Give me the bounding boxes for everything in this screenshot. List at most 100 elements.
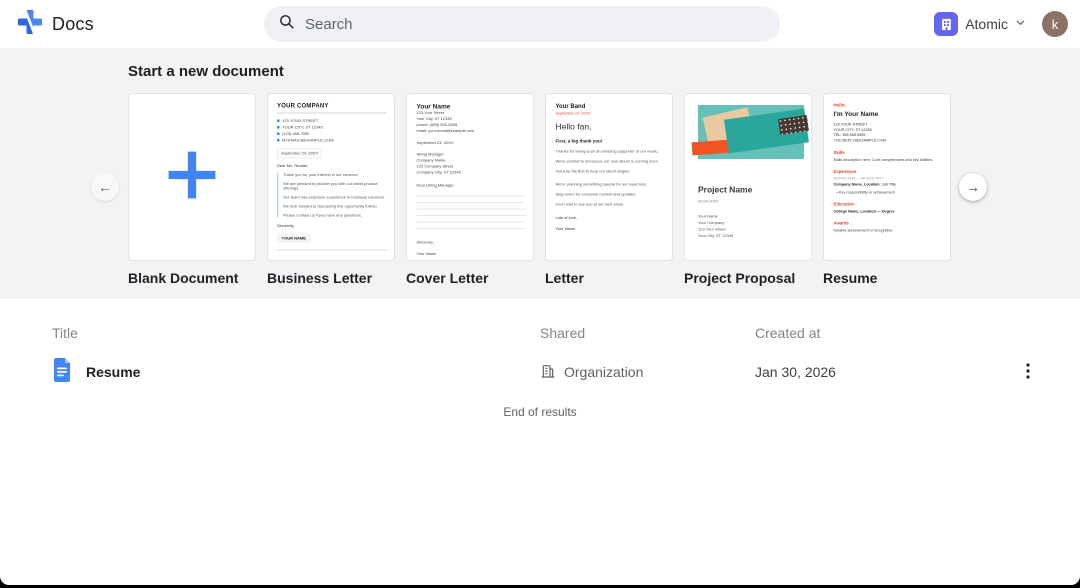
preview-salutation: Dear Ms. Reader, — [277, 164, 387, 169]
template-label-business-letter: Business Letter — [267, 270, 395, 286]
template-card-cover-letter[interactable]: Your Name 123 Your Street Your City, ST … — [406, 93, 534, 261]
preview-awards-line: Notable achievement or recognition. — [834, 228, 943, 233]
app-window: Docs — [0, 0, 1080, 585]
document-shared-scope: Organization — [564, 364, 643, 380]
preview-closing: Sincerely, — [417, 240, 526, 245]
docs-logo-icon — [17, 9, 43, 40]
template-card-letter[interactable]: Your Band September 24, 20XX Hello fan, … — [545, 93, 673, 261]
template-label-project-proposal: Project Proposal — [684, 270, 812, 286]
preview-signature: YOUR NAME — [277, 234, 310, 244]
template-label-letter: Letter — [545, 270, 673, 286]
template-label-cover-letter: Cover Letter — [406, 270, 534, 286]
preview-signature: Your Name — [556, 227, 665, 232]
letter-preview: Your Band September 24, 20XX Hello fan, … — [546, 94, 673, 261]
preview-paragraph: Our team has extensive experience in bus… — [283, 195, 387, 200]
preview-text-line: YOU.REPLY@EXAMPLE.COM — [834, 138, 943, 143]
template-col-project-proposal: Project Name 09.04.20XX Your Name Your C… — [684, 93, 812, 286]
template-col-resume: Hello, I'm Your Name 123 YOUR STREET YOU… — [823, 93, 951, 286]
preview-education-line: College Name, Location — Degree — [834, 209, 943, 214]
search-bar[interactable] — [264, 6, 780, 42]
preview-section-heading: Education — [834, 202, 943, 207]
preview-divider — [277, 250, 387, 251]
workspace-switcher[interactable]: Atomic — [934, 12, 1026, 36]
top-bar: Docs — [0, 0, 1080, 48]
carousel-prev-button[interactable]: ← — [91, 173, 119, 201]
preview-salutation: Dear Hiring Manager, — [417, 183, 526, 188]
preview-greeting: Hello fan, — [556, 122, 665, 132]
preview-date: September 24, 20XX — [277, 148, 322, 159]
app-title: Docs — [52, 14, 94, 35]
preview-date: September 24, 20XX — [556, 111, 665, 116]
documents-list-section: Title Shared Created at Resume — [0, 299, 1080, 419]
top-right-controls: Atomic k — [934, 11, 1080, 37]
preview-text-line: email: your.email@example.com — [417, 128, 526, 134]
preview-text-line: Skills description here. Core competenci… — [834, 158, 943, 163]
organization-icon — [540, 363, 556, 382]
cover-letter-preview: Your Name 123 Your Street Your City, ST … — [407, 94, 534, 261]
business-letter-preview: YOUR COMPANY 123 YOUR STREET YOUR CITY, … — [268, 94, 395, 261]
preview-text-line: Your City, ST 12345 — [698, 233, 733, 240]
preview-company-name: YOUR COMPANY — [277, 102, 387, 114]
templates-section: Start a new document ← → Blank Document — [0, 48, 1080, 299]
template-label-resume: Resume — [823, 270, 951, 286]
preview-paragraph: We look forward to discussing this oppor… — [283, 204, 387, 209]
preview-company-line: Company Name, Location: Job Title — [834, 182, 943, 187]
template-col-letter: Your Band September 24, 20XX Hello fan, … — [545, 93, 673, 286]
preview-section-heading: Skills — [834, 150, 943, 155]
column-header-shared: Shared — [540, 325, 755, 341]
proposal-cover-art — [698, 105, 804, 159]
template-col-blank: Blank Document — [128, 93, 256, 286]
list-header-row: Title Shared Created at — [0, 325, 1080, 341]
carousel-next-button[interactable]: → — [959, 173, 987, 201]
preview-project-title: Project Name — [698, 185, 752, 195]
preview-bullet: Key responsibility or achievement — [834, 190, 943, 195]
document-row[interactable]: Resume Organization Jan 30, 2026 — [0, 355, 1080, 389]
row-menu-button[interactable] — [1016, 360, 1040, 384]
preview-section-heading: Experience — [834, 169, 943, 174]
template-card-project-proposal[interactable]: Project Name 09.04.20XX Your Name Your C… — [684, 93, 812, 261]
preview-hello: Hello, — [834, 103, 943, 108]
plus-icon — [164, 147, 220, 208]
preview-paragraph: Stay tuned for exclusive content and upd… — [556, 192, 665, 197]
workspace-name: Atomic — [965, 16, 1008, 32]
chevron-down-icon — [1015, 15, 1026, 33]
preview-job-title: Job Title — [881, 182, 896, 187]
preview-subject: First, a big thank you! — [556, 139, 665, 144]
template-cards-row: Blank Document YOUR COMPANY 123 YOUR STR… — [128, 93, 1080, 286]
template-col-business-letter: YOUR COMPANY 123 YOUR STREET YOUR CITY, … — [267, 93, 395, 286]
document-icon — [52, 358, 72, 387]
preview-ruled-lines — [417, 196, 526, 230]
preview-date: 09.04.20XX — [698, 199, 719, 204]
preview-dates: MONTH 20XX — MONTH 20YY — [834, 177, 943, 181]
workspace-icon — [934, 12, 958, 36]
user-avatar[interactable]: k — [1042, 11, 1068, 37]
preview-signature: Your Name — [417, 252, 526, 257]
template-card-resume[interactable]: Hello, I'm Your Name 123 YOUR STREET YOU… — [823, 93, 951, 261]
preview-paragraph: Thanks for being such an amazing support… — [556, 149, 665, 154]
preview-paragraph: Can't wait to see you at our next show. — [556, 202, 665, 207]
art-orange-shape — [692, 140, 732, 156]
preview-paragraph: We're planning something special for our… — [556, 182, 665, 187]
app-brand[interactable]: Docs — [0, 9, 94, 40]
template-card-blank[interactable] — [128, 93, 256, 261]
section-title: Start a new document — [128, 63, 1080, 81]
template-card-business-letter[interactable]: YOUR COMPANY 123 YOUR STREET YOUR CITY, … — [267, 93, 395, 261]
column-header-title: Title — [52, 325, 540, 341]
preview-text-line: MYEMAIL@EXAMPLE.COM — [277, 137, 387, 144]
preview-paragraph: Please contact us if you have any questi… — [283, 213, 387, 218]
preview-paragraph: We're excited to announce our new album … — [556, 159, 665, 164]
kebab-icon — [1026, 363, 1030, 382]
preview-section-heading: Awards — [834, 221, 943, 226]
search-input[interactable] — [305, 16, 766, 33]
template-col-cover-letter: Your Name 123 Your Street Your City, ST … — [406, 93, 534, 286]
arrow-left-icon: ← — [98, 179, 112, 195]
resume-preview: Hello, I'm Your Name 123 YOUR STREET YOU… — [824, 94, 951, 261]
preview-name: Your Name — [417, 103, 526, 111]
project-proposal-preview: Project Name 09.04.20XX Your Name Your C… — [685, 94, 812, 261]
avatar-initial: k — [1052, 17, 1059, 32]
preview-paragraph: We are pleased to provide you with our l… — [283, 182, 387, 191]
preview-closing: Lots of love, — [556, 216, 665, 221]
preview-name: I'm Your Name — [834, 110, 943, 118]
preview-company-bold: Company Name, Location: — [834, 182, 881, 187]
arrow-right-icon: → — [966, 179, 980, 195]
